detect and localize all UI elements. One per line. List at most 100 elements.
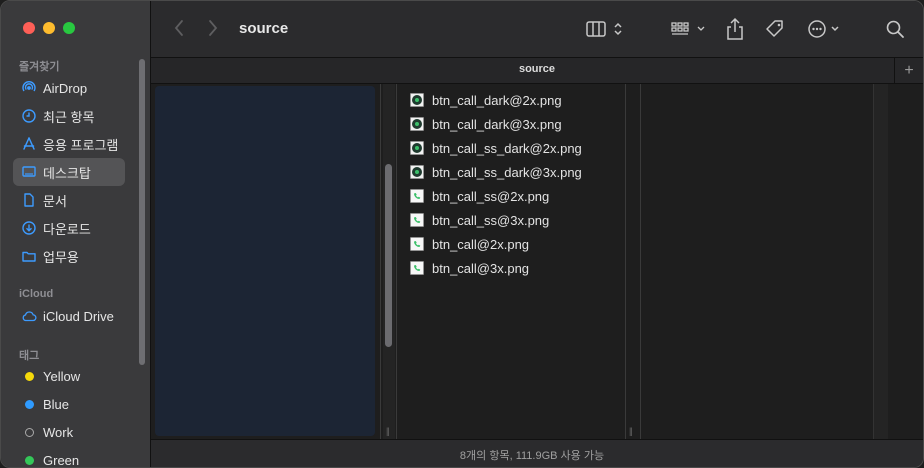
tag-dot-icon (24, 399, 34, 409)
sidebar: 즐겨찾기 AirDrop 최근 항목 응용 프로그램 데스크탑 문서 다운로드 … (1, 1, 151, 467)
column-resize-handle[interactable]: || (629, 426, 633, 436)
close-button[interactable] (23, 22, 35, 34)
file-item[interactable]: btn_call_ss@3x.png (409, 208, 629, 232)
toolbar: source (151, 1, 923, 58)
tab-source[interactable]: source (151, 63, 923, 75)
sidebar-tag-yellow[interactable]: Yellow (13, 362, 125, 390)
file-item[interactable]: btn_call_ss_dark@2x.png (409, 136, 629, 160)
sidebar-item-label: 응용 프로그램 (43, 137, 119, 153)
folder-icon (21, 248, 37, 264)
finder-window: 즐겨찾기 AirDrop 최근 항목 응용 프로그램 데스크탑 문서 다운로드 … (0, 0, 924, 468)
column-preview[interactable] (641, 84, 873, 439)
file-item[interactable]: btn_call_ss_dark@3x.png (409, 160, 629, 184)
apps-icon (21, 136, 37, 152)
file-item[interactable]: btn_call_ss@2x.png (409, 184, 629, 208)
sidebar-item-documents[interactable]: 문서 (13, 186, 125, 214)
sidebar-item-label: 다운로드 (43, 221, 91, 237)
more-actions-button[interactable] (805, 17, 845, 41)
share-icon (727, 17, 743, 40)
file-name: btn_call_dark@2x.png (432, 92, 562, 108)
group-button[interactable] (669, 17, 709, 41)
column-scrollbar[interactable] (385, 164, 392, 347)
search-button[interactable] (883, 17, 907, 41)
file-item[interactable]: btn_call_dark@3x.png (409, 112, 629, 136)
file-name: btn_call_ss_dark@3x.png (432, 164, 582, 180)
sidebar-item-applications[interactable]: 응용 프로그램 (13, 130, 125, 158)
column-resize-handle[interactable]: || (386, 426, 390, 436)
tag-dot-icon (24, 455, 34, 465)
view-columns-button[interactable] (583, 17, 627, 41)
png-dark-file-icon (409, 164, 425, 180)
png-light-file-icon (409, 260, 425, 276)
sidebar-item-label: 데스크탑 (43, 165, 91, 181)
column-divider[interactable] (380, 84, 381, 439)
sidebar-item-label: Blue (43, 396, 70, 412)
column-divider[interactable] (625, 84, 626, 439)
file-name: btn_call_ss@2x.png (432, 188, 550, 204)
sidebar-tag-green[interactable]: Green (13, 446, 125, 467)
sidebar-item-label: Work (43, 424, 74, 440)
sidebar-item-desktop[interactable]: 데스크탑 (13, 158, 125, 186)
sidebar-tag-work[interactable]: Work (13, 418, 125, 446)
tags-section-title: 태그 (19, 350, 40, 362)
file-name: btn_call_ss@3x.png (432, 212, 550, 228)
tag-dot-icon (24, 427, 34, 437)
new-tab-button[interactable]: + (894, 58, 923, 83)
tag-dot-icon (24, 371, 34, 381)
minimize-button[interactable] (43, 22, 55, 34)
file-item[interactable]: btn_call_dark@2x.png (409, 88, 629, 112)
clock-icon (21, 108, 37, 124)
sidebar-tag-blue[interactable]: Blue (13, 390, 125, 418)
column-empty[interactable] (873, 84, 888, 439)
ellipsis-circle-icon (808, 20, 839, 38)
png-dark-file-icon (409, 140, 425, 156)
status-bar: 8개의 항목, 111.9GB 사용 가능 (151, 439, 923, 467)
icloud-section-title: iCloud (19, 288, 54, 300)
sidebar-item-label: 문서 (43, 193, 67, 209)
file-name: btn_call@3x.png (432, 260, 530, 276)
png-dark-file-icon (409, 92, 425, 108)
tab-bar: source + (151, 58, 923, 84)
back-button[interactable] (171, 18, 187, 38)
zoom-button[interactable] (63, 22, 75, 34)
tag-icon (766, 20, 783, 37)
sidebar-item-label: 최근 항목 (43, 109, 95, 125)
column-browser: || btn_call_dark@2x.png btn_call_dark@3x… (151, 84, 923, 439)
sidebar-item-airdrop[interactable]: AirDrop (13, 74, 125, 102)
share-button[interactable] (723, 15, 747, 43)
sidebar-item-label: AirDrop (43, 80, 88, 96)
png-light-file-icon (409, 212, 425, 228)
search-icon (886, 20, 904, 38)
document-icon (21, 192, 37, 208)
columns-view-icon (586, 21, 622, 37)
chevron-right-icon (209, 20, 218, 36)
sidebar-item-icloud-drive[interactable]: iCloud Drive (13, 302, 125, 330)
file-name: btn_call@2x.png (432, 236, 530, 252)
window-title: source (239, 20, 289, 37)
column-desktop[interactable] (155, 86, 375, 436)
sidebar-item-work-folder[interactable]: 업무용 (13, 242, 125, 270)
file-item[interactable]: btn_call@3x.png (409, 256, 629, 280)
grid-group-icon (671, 22, 705, 35)
file-item[interactable]: btn_call@2x.png (409, 232, 629, 256)
sidebar-item-recents[interactable]: 최근 항목 (13, 102, 125, 130)
status-text: 8개의 항목, 111.9GB 사용 가능 (459, 450, 605, 462)
tag-button[interactable] (763, 16, 787, 42)
sidebar-item-label: iCloud Drive (43, 308, 114, 324)
favorites-section-title: 즐겨찾기 (19, 61, 60, 73)
column-divider (396, 84, 397, 439)
chevron-left-icon (174, 20, 183, 36)
file-name: btn_call_dark@3x.png (432, 116, 562, 132)
sidebar-item-label: Yellow (43, 368, 81, 384)
file-list: btn_call_dark@2x.png btn_call_dark@3x.pn… (409, 88, 629, 280)
png-light-file-icon (409, 188, 425, 204)
png-light-file-icon (409, 236, 425, 252)
png-dark-file-icon (409, 116, 425, 132)
airdrop-icon (21, 80, 37, 96)
cloud-icon (21, 308, 37, 324)
file-name: btn_call_ss_dark@2x.png (432, 140, 582, 156)
download-icon (21, 220, 37, 236)
sidebar-scrollbar[interactable] (139, 59, 145, 365)
sidebar-item-downloads[interactable]: 다운로드 (13, 214, 125, 242)
forward-button[interactable] (205, 18, 221, 38)
